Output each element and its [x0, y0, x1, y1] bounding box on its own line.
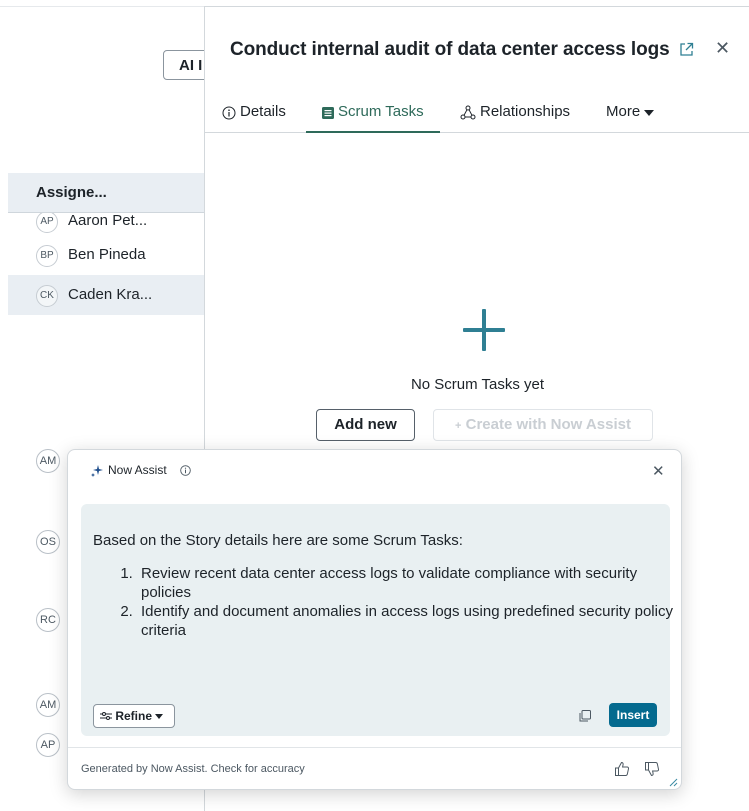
column-header-label: Assigne...	[36, 184, 107, 201]
tab-bar: Details Scrum Tasks Relationships More	[205, 103, 749, 133]
list-item: Review recent data center access logs to…	[137, 564, 682, 602]
list-item: Identify and document anomalies in acces…	[137, 602, 682, 640]
assignee-name: Ben Pineda	[68, 246, 146, 263]
avatar: AM	[36, 693, 60, 717]
copy-icon[interactable]	[579, 710, 591, 722]
tab-more[interactable]: More	[606, 103, 655, 133]
tab-label: Details	[240, 103, 286, 120]
relationships-icon	[460, 105, 476, 120]
column-header-assignee[interactable]: Assigne...	[8, 173, 204, 213]
tune-icon	[100, 712, 112, 720]
avatar: BP	[36, 245, 58, 267]
refine-label: Refine	[115, 709, 153, 723]
assignee-name: Caden Kra...	[68, 286, 153, 303]
list-item[interactable]: AP Aaron Pet...	[8, 213, 204, 233]
avatar: CK	[36, 285, 58, 307]
open-in-new-icon[interactable]	[679, 42, 694, 57]
now-assist-dialog: Now Assist ✕ Based on the Story details …	[67, 449, 682, 790]
list-item[interactable]: BP Ben Pineda	[8, 237, 204, 275]
response-intro: Based on the Story details here are some…	[93, 532, 463, 549]
list-icon	[322, 107, 334, 119]
sparkle-icon	[91, 465, 103, 477]
avatar: OS	[36, 530, 60, 554]
assignee-name: Aaron Pet...	[68, 213, 148, 229]
tab-scrum-tasks[interactable]: Scrum Tasks	[306, 103, 440, 133]
avatar: AM	[36, 449, 60, 473]
dialog-title: Now Assist	[108, 463, 167, 477]
resize-handle-icon[interactable]	[669, 778, 678, 787]
footer-divider	[68, 747, 681, 748]
caret-down-icon	[644, 110, 655, 116]
list-item-selected[interactable]: CK Caden Kra...	[8, 275, 204, 315]
create-with-now-assist-button[interactable]: + Create with Now Assist	[433, 409, 653, 441]
tab-label: Relationships	[480, 103, 571, 120]
tab-details[interactable]: Details	[222, 103, 286, 133]
assist-response: Based on the Story details here are some…	[81, 504, 673, 736]
avatar: AP	[36, 213, 58, 233]
top-divider	[0, 6, 205, 7]
refine-dropdown[interactable]: Refine	[93, 704, 175, 728]
sparkle-icon: +	[455, 420, 462, 432]
info-icon	[222, 106, 236, 120]
tab-label: More	[606, 103, 641, 120]
page-title: Conduct internal audit of data center ac…	[230, 39, 670, 60]
empty-state-text: No Scrum Tasks yet	[410, 376, 545, 393]
plus-icon	[463, 309, 505, 351]
task-list: Review recent data center access logs to…	[117, 564, 682, 640]
avatar: AP	[36, 733, 60, 757]
thumbs-down-icon[interactable]	[644, 761, 660, 777]
create-with-now-assist-label: Create with Now Assist	[465, 416, 631, 433]
add-new-button[interactable]: Add new	[316, 409, 415, 441]
caret-down-icon	[155, 714, 164, 719]
tab-label: Scrum Tasks	[338, 103, 424, 120]
close-icon[interactable]: ✕	[652, 462, 665, 480]
info-icon[interactable]	[180, 465, 191, 476]
disclaimer-text: Generated by Now Assist. Check for accur…	[81, 763, 305, 775]
avatar: RC	[36, 608, 60, 632]
insert-button[interactable]: Insert	[609, 703, 657, 727]
close-icon[interactable]: ✕	[715, 38, 730, 59]
tab-relationships[interactable]: Relationships	[460, 103, 570, 133]
thumbs-up-icon[interactable]	[614, 761, 630, 777]
